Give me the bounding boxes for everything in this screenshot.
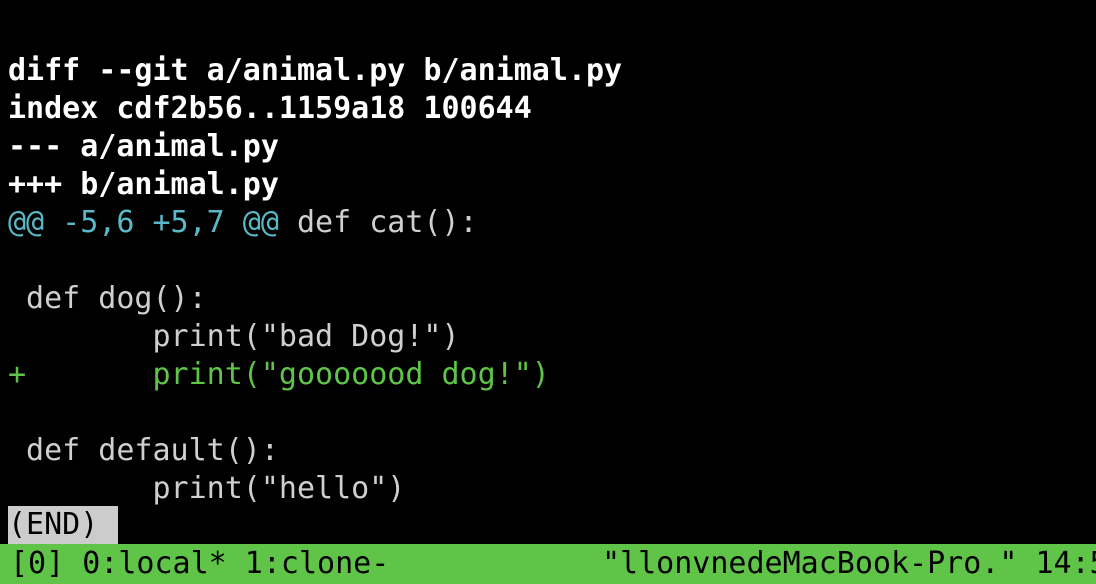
hunk-context: def cat(): xyxy=(278,205,478,240)
diff-context-line: print("hello") xyxy=(8,471,406,506)
diff-context-line: def default(): xyxy=(8,433,279,468)
diff-context-line: def dog(): xyxy=(8,281,207,316)
diff-header-line: diff --git a/animal.py b/animal.py xyxy=(8,53,623,88)
diff-hunk-header: @@ -5,6 +5,7 @@ def cat(): xyxy=(8,204,1096,242)
diff-index-line: index cdf2b56..1159a18 100644 xyxy=(8,91,532,126)
diff-context-line: print("bad Dog!") xyxy=(8,319,460,354)
diff-added-line: + print("gooooood dog!") xyxy=(8,357,550,392)
diff-context-line xyxy=(8,394,1096,432)
diff-context-line xyxy=(8,242,1096,280)
tmux-status-bar: [0] 0:local* 1:clone- "llonvnedeMacBook-… xyxy=(0,544,1096,584)
tmux-host-clock: "llonvnedeMacBook-Pro." 14:5 xyxy=(602,546,1096,581)
terminal-output: diff --git a/animal.py b/animal.py index… xyxy=(8,52,1096,508)
diff-old-file-line: --- a/animal.py xyxy=(8,129,279,164)
diff-new-file-line: +++ b/animal.py xyxy=(8,167,279,202)
hunk-range: @@ -5,6 +5,7 @@ xyxy=(8,205,279,240)
pager-end-marker: (END) xyxy=(8,506,119,544)
tmux-window-list[interactable]: [0] 0:local* 1:clone- xyxy=(10,544,389,584)
